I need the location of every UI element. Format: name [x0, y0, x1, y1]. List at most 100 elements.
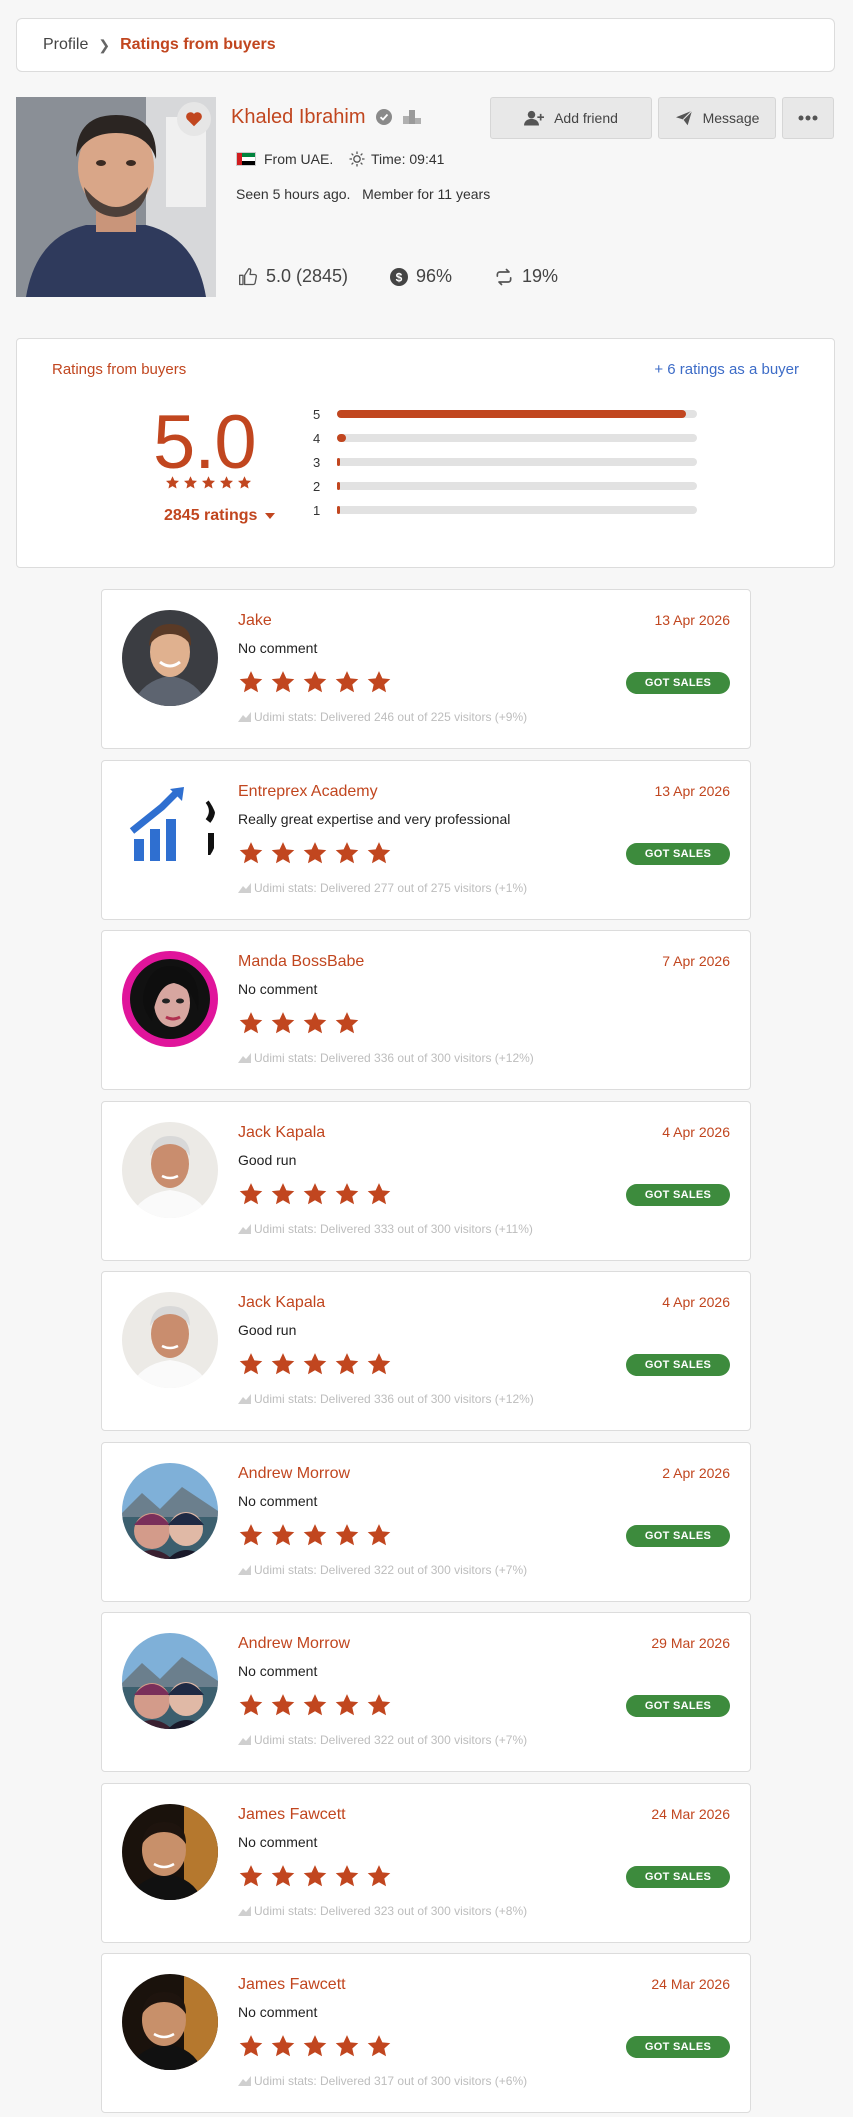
chart-icon — [238, 882, 251, 893]
page: Profile ❯ Ratings from buyers Khaled Ibr… — [0, 0, 853, 2117]
reviewer-avatar[interactable] — [122, 610, 218, 706]
rating-count-label: 2845 ratings — [164, 507, 258, 524]
star-icon — [335, 1182, 359, 1204]
star-icon — [239, 1353, 263, 1375]
average-score: 5.0 — [153, 400, 257, 485]
review-stats-text: Udimi stats: Delivered 333 out of 300 vi… — [254, 1221, 533, 1236]
star-icon — [271, 1182, 295, 1204]
star-icon — [335, 1353, 359, 1375]
star-icon — [239, 1182, 263, 1204]
rating-bar-row: 1 — [313, 503, 705, 518]
reviewer-name[interactable]: James Fawcett — [238, 1806, 346, 1824]
review-card: Jack Kapala 4 Apr 2026 Good run GOT SALES Ud… — [101, 1271, 751, 1431]
more-options-button[interactable] — [782, 97, 834, 139]
rating-bar-label: 3 — [313, 454, 321, 470]
star-icon — [239, 1523, 263, 1545]
review-stats: Udimi stats: Delivered 277 out of 275 vi… — [238, 881, 527, 895]
review-card: Manda BossBabe 7 Apr 2026 No comment Udimi … — [101, 930, 751, 1090]
star-icon — [239, 1694, 263, 1716]
got-sales-badge: GOT SALES — [626, 1524, 730, 1547]
reviewer-name[interactable]: Jake — [238, 612, 272, 630]
reviewer-avatar[interactable] — [122, 780, 218, 877]
reviewer-name[interactable]: Andrew Morrow — [238, 1465, 350, 1483]
send-icon — [675, 110, 692, 126]
review-stats-text: Udimi stats: Delivered 246 out of 225 vi… — [254, 710, 528, 724]
reviewer-avatar[interactable] — [122, 1121, 218, 1218]
message-button[interactable]: Message — [658, 97, 776, 139]
review-stats: Udimi stats: Delivered 246 out of 225 vi… — [238, 710, 527, 724]
user-name[interactable]: Khaled Ibrahim — [231, 106, 366, 129]
star-icon — [367, 1694, 391, 1716]
star-icon — [335, 1694, 359, 1716]
star-icon — [303, 671, 327, 693]
review-stars — [238, 1351, 392, 1377]
review-comment: No comment — [238, 1492, 318, 1509]
add-friend-button[interactable]: Add friend — [490, 97, 652, 139]
review-stats: Udimi stats: Delivered 336 out of 300 vi… — [238, 1051, 534, 1065]
review-comment: No comment — [238, 981, 318, 997]
rating-bar-label: 2 — [313, 478, 321, 494]
average-stars — [165, 475, 252, 490]
reviewer-name[interactable]: Andrew Morrow — [238, 1635, 350, 1653]
review-date: 24 Mar 2026 — [651, 1976, 730, 1992]
reviewer-name[interactable]: Entreprex Academy — [238, 783, 378, 801]
star-icon — [335, 671, 359, 693]
review-stats: Udimi stats: Delivered 322 out of 300 vi… — [238, 1563, 527, 1577]
review-stars — [238, 1863, 392, 1889]
rating-stat: 5.0 (2845) — [238, 266, 348, 287]
sales-stat: $ 96% — [390, 266, 452, 287]
reviewer-avatar[interactable] — [122, 1462, 218, 1559]
review-stars — [238, 1522, 392, 1548]
breadcrumb-profile-link[interactable]: Profile — [43, 36, 88, 54]
repeat-icon — [496, 268, 512, 285]
buyer-ratings-link[interactable]: + 6 ratings as a buyer — [654, 361, 799, 378]
rating-bar-row: 2 — [313, 478, 705, 494]
rating-bar-fill — [337, 506, 340, 514]
svg-text:$: $ — [396, 270, 403, 284]
review-stats-text: Udimi stats: Delivered 322 out of 300 vi… — [254, 1562, 528, 1577]
rating-count-dropdown[interactable]: 2845 ratings — [164, 507, 276, 525]
star-icon — [335, 1012, 359, 1034]
star-icon — [271, 671, 295, 693]
reviewer-name[interactable]: Manda BossBabe — [238, 953, 364, 971]
rating-bar-label: 4 — [313, 430, 321, 446]
reviewer-name[interactable]: James Fawcett — [238, 1976, 346, 1994]
review-stats-text: Udimi stats: Delivered 323 out of 300 vi… — [254, 1903, 528, 1918]
more-dots-icon — [798, 115, 818, 121]
review-stats-text: Udimi stats: Delivered 277 out of 275 vi… — [254, 880, 528, 895]
reviewer-avatar[interactable] — [122, 1292, 218, 1388]
got-sales-badge: GOT SALES — [626, 672, 730, 694]
caret-down-icon — [265, 513, 276, 519]
review-card: James Fawcett 24 Mar 2026 No comment GOT SA… — [101, 1782, 751, 1943]
favorite-button[interactable] — [177, 102, 211, 136]
star-icon — [367, 841, 391, 863]
rating-bar-fill — [337, 458, 340, 466]
reviewer-name[interactable]: Jack Kapala — [238, 1124, 325, 1142]
star-icon — [367, 2035, 391, 2057]
star-icon — [184, 476, 197, 489]
star-icon — [303, 1694, 327, 1716]
star-icon — [220, 476, 233, 489]
star-icon — [166, 476, 179, 489]
rating-bar-track — [337, 434, 697, 442]
star-icon — [303, 1523, 327, 1545]
chart-icon — [238, 1394, 251, 1404]
star-icon — [271, 841, 295, 863]
reviewer-avatar[interactable] — [122, 1633, 218, 1729]
review-stats-text: Udimi stats: Delivered 336 out of 300 vi… — [254, 1392, 534, 1406]
breadcrumb-current: Ratings from buyers — [120, 36, 276, 53]
star-icon — [271, 1353, 295, 1375]
reviewer-avatar[interactable] — [122, 1803, 218, 1900]
review-comment: Good run — [238, 1322, 297, 1338]
got-sales-badge: GOT SALES — [626, 2036, 730, 2058]
review-stars — [238, 2033, 392, 2059]
star-icon — [303, 1864, 327, 1886]
reviewer-avatar[interactable] — [122, 1974, 218, 2070]
reviewer-avatar[interactable] — [122, 951, 218, 1047]
review-stats: Udimi stats: Delivered 323 out of 300 vi… — [238, 1904, 527, 1918]
reviewer-name[interactable]: Jack Kapala — [238, 1294, 325, 1312]
chart-icon — [238, 1223, 251, 1234]
review-date: 13 Apr 2026 — [654, 782, 730, 799]
got-sales-badge: GOT SALES — [626, 1865, 730, 1888]
got-sales-badge: GOT SALES — [626, 842, 730, 865]
